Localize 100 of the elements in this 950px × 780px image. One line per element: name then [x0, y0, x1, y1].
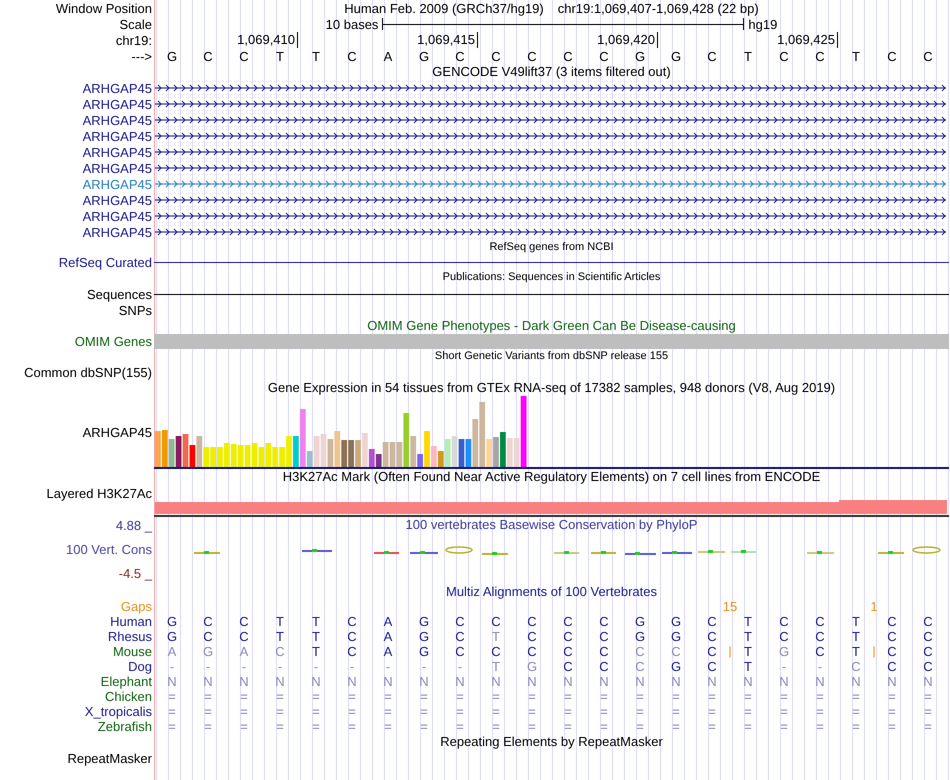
species-label[interactable]: Elephant — [100, 674, 152, 689]
track-label[interactable]: ARHGAP45 — [82, 424, 152, 440]
track-label[interactable]: RefSeq Curated — [58, 254, 152, 270]
alignment-base: N — [671, 674, 681, 689]
alignment-base: C — [203, 614, 213, 629]
alignment-base: N — [707, 674, 717, 689]
base-letter: G — [670, 48, 682, 64]
alignment-base: G — [418, 629, 430, 644]
gene-label[interactable]: ARHGAP45 — [82, 112, 152, 128]
track-label[interactable]: OMIM Genes — [74, 334, 152, 348]
alignment-base: = — [276, 689, 284, 704]
gene-label[interactable]: ARHGAP45 — [82, 96, 152, 112]
alignment-base: A — [168, 644, 176, 659]
species-label[interactable]: Dog — [128, 659, 152, 674]
gene-label[interactable]: ARHGAP45 — [82, 80, 152, 96]
species-label[interactable]: Zebrafish — [98, 719, 152, 734]
species-label[interactable]: Mouse — [112, 644, 152, 659]
gene-arrow-line[interactable] — [154, 132, 946, 140]
alignment-base: = — [168, 704, 176, 719]
ruler-tick-label: 1,069,420 — [597, 32, 658, 48]
gene-label[interactable]: ARHGAP45 — [82, 224, 152, 240]
alignment-base: N — [599, 674, 609, 689]
alignment-base: = — [456, 689, 464, 704]
track-label[interactable]: SNPs — [118, 302, 152, 318]
alignment-base: = — [744, 704, 752, 719]
base-letter: G — [166, 48, 178, 64]
track-title: Publications: Sequences in Scientific Articles — [442, 270, 660, 285]
alignment-base: T — [276, 614, 284, 629]
alignment-base: N — [455, 674, 465, 689]
alignment-base: A — [384, 629, 392, 644]
gene-arrow-line[interactable] — [154, 116, 946, 124]
alignment-base: = — [924, 704, 932, 719]
gene-arrow-line[interactable] — [154, 148, 946, 156]
species-label[interactable]: X_tropicalis — [84, 704, 152, 719]
gene-label[interactable]: ARHGAP45 — [82, 128, 152, 144]
track-label: ---> — [131, 48, 152, 64]
alignment-base: C — [671, 644, 681, 659]
alignment-base: - — [314, 659, 318, 674]
insertion-mark: | — [871, 644, 877, 658]
gene-label[interactable]: ARHGAP45 — [82, 208, 152, 224]
alignment-base: N — [491, 674, 501, 689]
gene-label[interactable]: ARHGAP45 — [82, 160, 152, 176]
base-letter: C — [203, 48, 213, 64]
alignment-base: = — [564, 719, 572, 734]
alignment-base: C — [887, 659, 897, 674]
position-text[interactable]: chr19:1,069,407-1,069,428 (22 bp) — [558, 0, 759, 16]
alignment-base: - — [242, 659, 246, 674]
gene-label[interactable]: ARHGAP45 — [82, 192, 152, 208]
alignment-base: T — [492, 659, 500, 674]
track-label[interactable]: Layered H3K27Ac — [46, 486, 152, 500]
alignment-base: G — [670, 659, 682, 674]
alignment-base: = — [348, 719, 356, 734]
alignment-base: - — [818, 659, 822, 674]
alignment-base: - — [458, 659, 462, 674]
gene-arrow-line[interactable] — [154, 196, 946, 204]
base-letter: C — [923, 48, 933, 64]
base-letter: G — [634, 48, 646, 64]
alignment-base: C — [707, 644, 717, 659]
alignment-base: G — [778, 644, 790, 659]
track-label[interactable]: RepeatMasker — [67, 750, 152, 766]
alignment-base: T — [312, 644, 320, 659]
alignment-base: C — [563, 614, 573, 629]
track-label[interactable]: Sequences — [86, 286, 152, 302]
ruler-tick-label: 1,069,415 — [417, 32, 478, 48]
alignment-base: = — [168, 719, 176, 734]
alignment-base: C — [707, 614, 717, 629]
species-label[interactable]: Human — [110, 614, 152, 629]
alignment-base: = — [744, 689, 752, 704]
base-letter: C — [239, 48, 249, 64]
alignment-base: = — [564, 704, 572, 719]
gene-arrow-line[interactable] — [154, 228, 946, 236]
gene-arrow-line[interactable] — [154, 100, 946, 108]
gene-arrow-line[interactable] — [154, 212, 946, 220]
alignment-base: = — [780, 704, 788, 719]
species-label[interactable]: Chicken — [105, 689, 152, 704]
alignment-base: A — [384, 644, 392, 659]
alignment-base: C — [203, 629, 213, 644]
track-label[interactable]: Common dbSNP(155) — [24, 364, 152, 380]
alignment-base: T — [744, 659, 752, 674]
gene-label[interactable]: ARHGAP45 — [82, 176, 152, 192]
species-label[interactable]: Rhesus — [108, 629, 152, 644]
alignment-base: = — [312, 719, 320, 734]
alignment-base: C — [275, 644, 285, 659]
alignment-base: - — [350, 659, 354, 674]
alignment-base: N — [779, 674, 789, 689]
base-letter: C — [563, 48, 573, 64]
track-label: Scale — [119, 16, 152, 32]
gap-count: 1 — [870, 600, 878, 614]
gene-label[interactable]: ARHGAP45 — [82, 144, 152, 160]
alignment-base: = — [636, 719, 644, 734]
alignment-base: N — [203, 674, 213, 689]
gene-arrow-line[interactable] — [154, 84, 946, 92]
alignment-base: = — [564, 689, 572, 704]
track-label[interactable]: 100 Vert. Cons — [66, 542, 152, 557]
alignment-base: C — [347, 629, 357, 644]
gene-arrow-line[interactable] — [154, 164, 946, 172]
alignment-base: C — [815, 644, 825, 659]
alignment-base: C — [923, 659, 933, 674]
alignment-base: = — [888, 689, 896, 704]
alignment-base: T — [744, 614, 752, 629]
